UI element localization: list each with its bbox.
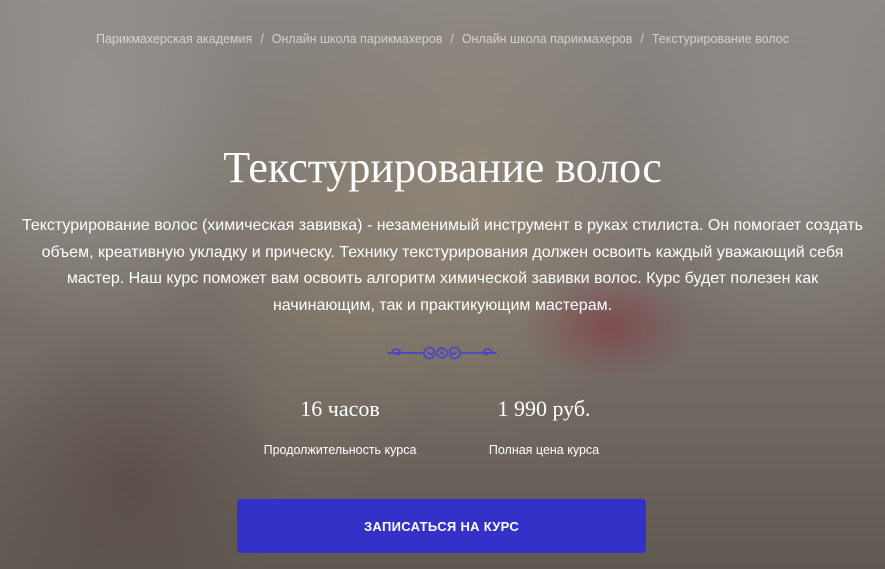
breadcrumb-link-online-school-2[interactable]: Онлайн школа парикмахеров bbox=[462, 32, 633, 46]
course-description: Текстурирование волос (химическая завивк… bbox=[21, 217, 864, 314]
course-duration-value: 16 часов bbox=[300, 396, 380, 421]
breadcrumb-current: Текстурирование волос bbox=[651, 32, 789, 46]
course-price-value: 1 990 руб. bbox=[497, 396, 591, 421]
breadcrumb-separator: / bbox=[260, 32, 264, 46]
enroll-button[interactable]: ЗАПИСАТЬСЯ НА КУРС bbox=[237, 499, 646, 553]
breadcrumb: Парикмахерская академия / Онлайн школа пар… bbox=[0, 32, 885, 46]
breadcrumb-link-academy[interactable]: Парикмахерская академия bbox=[96, 32, 252, 46]
breadcrumb-separator: / bbox=[640, 32, 644, 46]
hero-section: Парикмахерская академия / Онлайн школа пар… bbox=[0, 0, 885, 569]
page-title: Текстурирование волос bbox=[223, 143, 662, 192]
course-duration-label: Продолжительность курса bbox=[263, 443, 417, 457]
course-price-stat: 1 990 руб. Полная цена курса bbox=[444, 395, 644, 458]
course-price-label: Полная цена курса bbox=[488, 443, 600, 457]
breadcrumb-separator: / bbox=[450, 32, 454, 46]
course-duration-stat: 16 часов Продолжительность курса bbox=[240, 395, 440, 458]
ornament-flourish-icon bbox=[387, 346, 497, 360]
breadcrumb-link-online-school[interactable]: Онлайн школа парикмахеров bbox=[272, 32, 443, 46]
